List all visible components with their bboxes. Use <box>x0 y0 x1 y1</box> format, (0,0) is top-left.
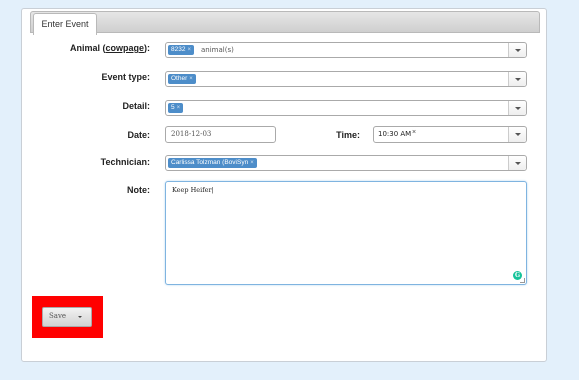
animal-label-prefix: Animal ( <box>69 43 106 53</box>
tab-bar: Enter Event <box>30 11 540 35</box>
date-input[interactable]: 2018-12-03 <box>165 126 276 143</box>
save-button[interactable]: Save <box>42 307 92 327</box>
animal-label: Animal (cowpage): <box>40 43 150 53</box>
animal-chip-remove-icon[interactable]: × <box>187 47 191 53</box>
cowpage-link[interactable]: cowpage <box>105 43 144 53</box>
detail-chip[interactable]: 5 × <box>168 103 184 113</box>
tab-enter-event[interactable]: Enter Event <box>33 13 97 35</box>
event-type-chip-remove-icon[interactable]: × <box>189 76 193 82</box>
technician-chip-label: Carlissa Tolzman (BoviSyn <box>171 159 249 166</box>
technician-chip-remove-icon[interactable]: × <box>250 160 254 166</box>
event-type-label: Event type: <box>101 72 150 82</box>
technician-chip[interactable]: Carlissa Tolzman (BoviSyn × <box>168 158 257 168</box>
animal-select[interactable]: 8232 × animal(s) <box>165 42 527 58</box>
animal-count-text: animal(s) <box>201 46 234 54</box>
animal-dropdown-arrow-icon[interactable] <box>508 43 526 57</box>
note-textarea[interactable]: Keep Heifer| G <box>165 181 527 285</box>
save-dropdown-caret-icon[interactable] <box>78 316 82 318</box>
animal-chip[interactable]: 8232 × <box>168 45 194 55</box>
time-clear-icon[interactable]: × <box>412 129 416 136</box>
date-label: Date: <box>127 130 150 140</box>
event-type-chip-label: Other <box>171 75 188 82</box>
detail-select[interactable]: 5 × <box>165 100 527 116</box>
time-dropdown-arrow-icon[interactable] <box>508 127 526 142</box>
detail-dropdown-arrow-icon[interactable] <box>508 101 526 115</box>
detail-chip-remove-icon[interactable]: × <box>177 105 181 111</box>
save-button-label: Save <box>49 312 67 320</box>
technician-label: Technician: <box>100 157 150 167</box>
event-type-dropdown-arrow-icon[interactable] <box>508 72 526 86</box>
event-type-select[interactable]: Other × <box>165 71 527 87</box>
resize-handle-icon[interactable] <box>520 278 525 283</box>
time-value: 10:30 AM <box>378 130 412 138</box>
note-label: Note: <box>127 185 150 195</box>
technician-dropdown-arrow-icon[interactable] <box>508 156 526 170</box>
time-label: Time: <box>336 130 360 140</box>
animal-label-suffix: ): <box>144 43 150 53</box>
detail-label: Detail: <box>122 101 150 111</box>
event-type-chip[interactable]: Other × <box>168 74 196 84</box>
time-select[interactable]: 10:30 AM × <box>373 126 527 143</box>
detail-chip-label: 5 <box>171 104 175 111</box>
note-text: Keep Heifer| <box>172 186 214 194</box>
animal-chip-label: 8232 <box>171 46 186 53</box>
technician-select[interactable]: Carlissa Tolzman (BoviSyn × <box>165 155 527 171</box>
